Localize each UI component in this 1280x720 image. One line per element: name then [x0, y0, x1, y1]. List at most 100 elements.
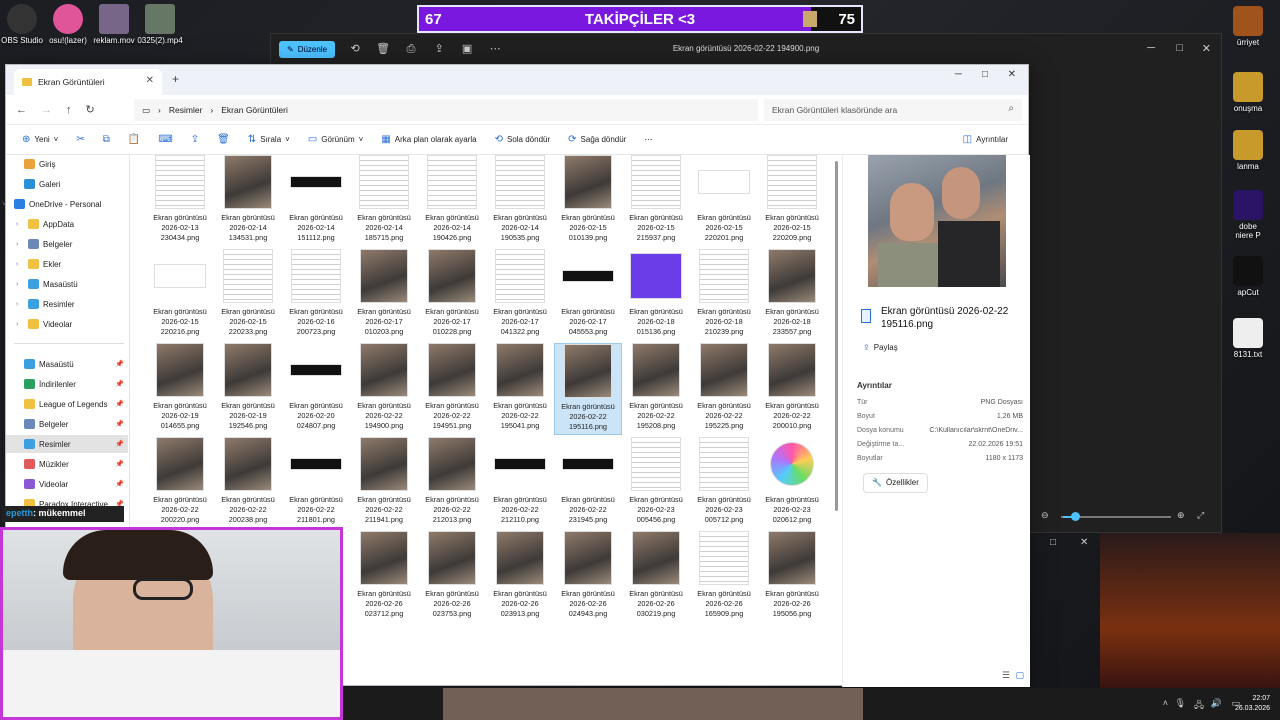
up-icon[interactable]: ↑ — [66, 104, 72, 116]
file-tile[interactable]: Ekran görüntüsü 2026-02-18 210239.png — [690, 249, 758, 341]
sidebar-item[interactable]: İndirilenler 📌 — [6, 375, 128, 393]
sidebar-item[interactable]: Resimler 📌 — [6, 435, 128, 453]
close-icon[interactable]: ✕ — [1202, 42, 1211, 55]
properties-button[interactable]: 🔧 Özellikler — [863, 473, 928, 493]
file-tile[interactable]: Ekran görüntüsü 2026-02-26 024943.png — [554, 531, 622, 623]
file-tile[interactable]: Ekran görüntüsü 2026-02-26 023712.png — [350, 531, 418, 623]
desktop-icon[interactable]: lanma — [1216, 130, 1280, 171]
zoom-out-icon[interactable]: ⊖ — [1041, 510, 1049, 521]
chevron-right-icon[interactable]: › — [16, 321, 24, 328]
search-input[interactable]: Ekran Görüntüleri klasöründe ara ⌕ — [764, 99, 1022, 121]
network-icon[interactable]: 🖧 — [1194, 698, 1204, 714]
file-tile[interactable]: Ekran görüntüsü 2026-02-22 195225.png — [690, 343, 758, 435]
file-tile[interactable]: Ekran görüntüsü 2026-02-15 220233.png — [214, 249, 282, 341]
file-tile[interactable]: Ekran görüntüsü 2026-02-14 190535.png — [486, 155, 554, 247]
file-tile[interactable]: Ekran görüntüsü 2026-02-26 023913.png — [486, 531, 554, 623]
file-tile[interactable]: Ekran görüntüsü 2026-02-23 005712.png — [690, 437, 758, 529]
cut-button[interactable]: ✂ — [70, 134, 90, 145]
delete-button[interactable]: 🗑 — [211, 134, 236, 145]
file-tile[interactable]: Ekran görüntüsü 2026-02-22 195041.png — [486, 343, 554, 435]
sidebar-item[interactable]: League of Legends 📌 — [6, 395, 128, 413]
rename-button[interactable]: ⌨ — [152, 134, 178, 145]
file-tile[interactable]: Ekran görüntüsü 2026-02-19 192546.png — [214, 343, 282, 435]
file-tile[interactable]: Ekran görüntüsü 2026-02-22 211941.png — [350, 437, 418, 529]
file-tile[interactable]: Ekran görüntüsü 2026-02-19 014655.png — [146, 343, 214, 435]
file-tile[interactable]: Ekran görüntüsü 2026-02-17 041322.png — [486, 249, 554, 341]
sidebar-item[interactable]: Masaüstü 📌 — [6, 355, 128, 373]
file-tile[interactable]: Ekran görüntüsü 2026-02-22 200220.png — [146, 437, 214, 529]
minimize-icon[interactable]: ─ — [1147, 42, 1155, 54]
file-tile[interactable]: Ekran görüntüsü 2026-02-22 200010.png — [758, 343, 826, 435]
new-button[interactable]: ⊕ Yeni ˅ — [16, 134, 64, 145]
sidebar-item[interactable]: ˅ OneDrive - Personal — [2, 195, 128, 213]
file-tile[interactable]: Ekran görüntüsü 2026-02-22 211801.png — [282, 437, 350, 529]
share-button[interactable]: ⇪ Paylaş — [863, 343, 898, 352]
details-toggle-button[interactable]: ◫ Ayrıntılar — [957, 134, 1014, 145]
sidebar-item[interactable]: › Videolar — [6, 315, 128, 333]
chevron-right-icon[interactable]: › — [16, 261, 24, 268]
file-tile[interactable]: Ekran görüntüsü 2026-02-23 020612.png — [758, 437, 826, 529]
file-tile[interactable]: Ekran görüntüsü 2026-02-22 195116.png — [554, 343, 622, 435]
forward-icon[interactable]: → — [41, 104, 52, 116]
explorer-minimize-icon[interactable]: ─ — [955, 69, 962, 80]
view-button[interactable]: ▭ Görünüm ˅ — [302, 134, 369, 145]
file-tile[interactable]: Ekran görüntüsü 2026-02-14 190426.png — [418, 155, 486, 247]
address-bar[interactable]: ▭ › Resimler › Ekran Görüntüleri — [134, 99, 758, 121]
second-window-close-icon[interactable]: ✕ — [1080, 537, 1088, 548]
desktop-icon[interactable]: ürriyet — [1216, 6, 1280, 47]
desktop-icon[interactable]: dobe niere P — [1216, 190, 1280, 240]
set-background-button[interactable]: ▦ Arka plan olarak ayarla — [375, 134, 482, 145]
file-tile[interactable]: Ekran görüntüsü 2026-02-17 010203.png — [350, 249, 418, 341]
file-tile[interactable]: Ekran görüntüsü 2026-02-13 230434.png — [146, 155, 214, 247]
more-options-button[interactable]: ⋯ — [638, 135, 658, 144]
chevron-up-icon[interactable]: ˄ — [1163, 698, 1168, 708]
file-tile[interactable]: Ekran görüntüsü 2026-02-15 220209.png — [758, 155, 826, 247]
zoom-slider[interactable]: ⊖ ⊕ ⤢ — [1041, 510, 1211, 524]
file-tile[interactable]: Ekran görüntüsü 2026-02-22 200238.png — [214, 437, 282, 529]
file-tile[interactable]: Ekran görüntüsü 2026-02-14 134531.png — [214, 155, 282, 247]
tab-screenshots[interactable]: Ekran Görüntüleri ✕ — [14, 69, 162, 95]
desktop-icon[interactable]: 8131.txt — [1216, 318, 1280, 359]
sidebar-item[interactable]: Giriş — [6, 155, 128, 173]
file-tile[interactable]: Ekran görüntüsü 2026-02-23 005456.png — [622, 437, 690, 529]
file-tile[interactable]: Ekran görüntüsü 2026-02-18 015136.png — [622, 249, 690, 341]
desktop-icon[interactable]: onuşma — [1216, 72, 1280, 113]
close-tab-icon[interactable]: ✕ — [146, 75, 154, 86]
file-tile[interactable]: Ekran görüntüsü 2026-02-22 194900.png — [350, 343, 418, 435]
sidebar-item[interactable]: › AppData — [6, 215, 128, 233]
file-tile[interactable]: Ekran görüntüsü 2026-02-15 220216.png — [146, 249, 214, 341]
copy-button[interactable]: ⧉ — [97, 134, 116, 145]
file-tile[interactable]: Ekran görüntüsü 2026-02-15 220201.png — [690, 155, 758, 247]
explorer-maximize-icon[interactable]: □ — [982, 69, 988, 80]
chevron-right-icon[interactable]: › — [16, 241, 24, 248]
file-tile[interactable]: Ekran görüntüsü 2026-02-22 195208.png — [622, 343, 690, 435]
file-tile[interactable]: Ekran görüntüsü 2026-02-20 024807.png — [282, 343, 350, 435]
rotate-right-button[interactable]: ⟳ Sağa döndür — [562, 134, 632, 145]
file-tile[interactable]: Ekran görüntüsü 2026-02-18 233557.png — [758, 249, 826, 341]
zoom-in-icon[interactable]: ⊕ — [1177, 510, 1185, 521]
refresh-icon[interactable]: ↻ — [86, 103, 95, 116]
file-tile[interactable]: Ekran görüntüsü 2026-02-15 215937.png — [622, 155, 690, 247]
file-tile[interactable]: Ekran görüntüsü 2026-02-26 023753.png — [418, 531, 486, 623]
file-tile[interactable]: Ekran görüntüsü 2026-02-22 212013.png — [418, 437, 486, 529]
chevron-right-icon[interactable]: ˅ — [2, 201, 10, 208]
scrollbar[interactable] — [834, 157, 840, 667]
system-clock[interactable]: 22:07 26.03.2026 — [1235, 694, 1270, 714]
explorer-close-icon[interactable]: ✕ — [1008, 69, 1016, 80]
large-icons-view-icon[interactable]: ▢ — [1015, 670, 1024, 681]
file-tile[interactable]: Ekran görüntüsü 2026-02-26 030219.png — [622, 531, 690, 623]
sidebar-item[interactable]: Belgeler 📌 — [6, 415, 128, 433]
back-icon[interactable]: ← — [16, 104, 27, 116]
maximize-icon[interactable]: □ — [1176, 42, 1183, 54]
sidebar-item[interactable]: Galeri — [6, 175, 128, 193]
sidebar-item[interactable]: › Ekler — [6, 255, 128, 273]
scrollbar-thumb[interactable] — [835, 161, 838, 511]
fullscreen-icon[interactable]: ⤢ — [1197, 510, 1204, 521]
volume-icon[interactable]: 🔊 — [1211, 698, 1222, 709]
file-tile[interactable]: Ekran görüntüsü 2026-02-15 010139.png — [554, 155, 622, 247]
desktop-icon[interactable]: apCut — [1216, 256, 1280, 297]
microphone-icon[interactable]: 🎙 — [1175, 698, 1186, 709]
file-tile[interactable]: Ekran görüntüsü 2026-02-26 195056.png — [758, 531, 826, 623]
file-tile[interactable]: Ekran görüntüsü 2026-02-14 151112.png — [282, 155, 350, 247]
chevron-right-icon[interactable]: › — [16, 281, 24, 288]
